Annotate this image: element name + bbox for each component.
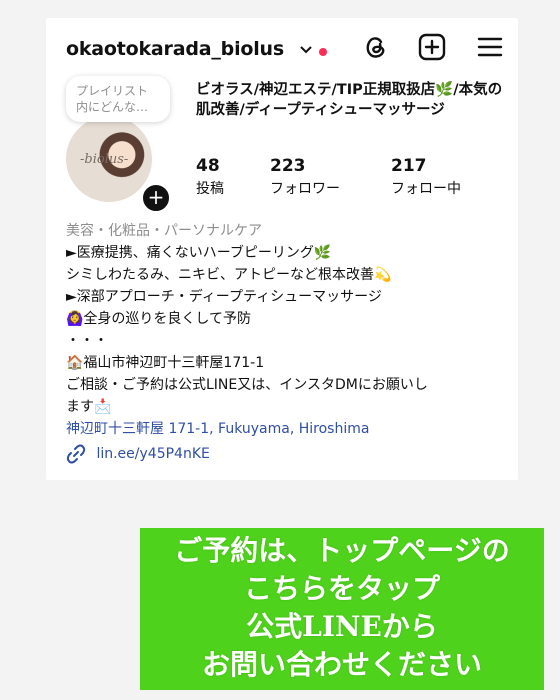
stats-row: 48 投稿 223 フォロワー 217 フォロー中 bbox=[196, 156, 506, 202]
add-story-button[interactable]: + bbox=[140, 182, 172, 214]
chevron-down-icon[interactable] bbox=[298, 42, 314, 58]
website-link[interactable]: lin.ee/y45P4nKE bbox=[66, 444, 210, 466]
add-post-icon[interactable] bbox=[417, 32, 447, 62]
bio: 美容・化粧品・パーソナルケア ►医療提携、痛くないハーブピーリング🌿 シミしわた… bbox=[66, 220, 506, 440]
stat-posts-value: 48 bbox=[196, 156, 220, 176]
bio-line: ►医療提携、痛くないハーブピーリング🌿 bbox=[66, 245, 332, 261]
profile-card: okaotokarada_biolus -biolus- プレイリスト 内にどん… bbox=[46, 18, 518, 480]
bio-category: 美容・化粧品・パーソナルケア bbox=[66, 223, 262, 239]
stat-following-value: 217 bbox=[391, 156, 427, 176]
note-bubble-text: プレイリスト 内にどんな… bbox=[76, 84, 149, 114]
banner-line: お問い合わせください bbox=[201, 648, 482, 681]
notification-dot bbox=[319, 48, 327, 56]
bio-line: ・・・ bbox=[66, 333, 108, 349]
bio-line: シミしわたるみ、ニキビ、アトピーなど根本改善💫 bbox=[66, 267, 392, 283]
stat-following-label: フォロー中 bbox=[391, 181, 461, 197]
stat-followers[interactable]: 223 フォロワー bbox=[270, 156, 340, 198]
username-switcher[interactable]: okaotokarada_biolus bbox=[66, 38, 284, 60]
location-link[interactable]: 神辺町十三軒屋 171-1, Fukuyama, Hiroshima bbox=[66, 418, 506, 440]
stat-followers-label: フォロワー bbox=[270, 181, 340, 197]
stat-posts-label: 投稿 bbox=[196, 181, 224, 197]
threads-icon[interactable] bbox=[361, 32, 391, 62]
avatar-logo-text: -biolus- bbox=[80, 152, 129, 167]
profile-name: ビオラス/神辺エステ/TIP正規取扱店🌿/本気の肌改善/ディープティシューマッサ… bbox=[196, 82, 503, 118]
website-link-text: lin.ee/y45P4nKE bbox=[96, 446, 210, 462]
bio-line: 🙆‍♀️全身の巡りを良くして予防 bbox=[66, 311, 252, 327]
link-icon bbox=[66, 444, 86, 464]
avatar[interactable]: -biolus- bbox=[66, 116, 152, 202]
line-reservation-banner: ご予約は、トップページの こちらをタップ 公式LINEから お問い合わせください bbox=[140, 528, 544, 690]
bio-line: ご相談・ご予約は公式LINE又は、インスタDMにお願いし bbox=[66, 377, 428, 393]
bio-line: ます📩 bbox=[66, 399, 112, 415]
menu-icon[interactable] bbox=[475, 32, 505, 62]
stat-posts[interactable]: 48 投稿 bbox=[196, 156, 224, 198]
top-bar: okaotokarada_biolus bbox=[66, 32, 506, 66]
banner-line: こちらをタップ bbox=[243, 572, 440, 605]
bio-line: 🏠福山市神辺町十三軒屋171-1 bbox=[66, 355, 265, 371]
banner-text: ご予約は、トップページの こちらをタップ 公式LINEから お問い合わせください bbox=[140, 532, 544, 684]
banner-line: ご予約は、トップページの bbox=[174, 534, 510, 567]
stat-followers-value: 223 bbox=[270, 156, 306, 176]
stat-following[interactable]: 217 フォロー中 bbox=[391, 156, 461, 198]
note-bubble[interactable]: プレイリスト 内にどんな… bbox=[66, 76, 170, 122]
bio-line: ►深部アプローチ・ディープティシューマッサージ bbox=[66, 289, 382, 305]
banner-line: 公式LINEから bbox=[246, 610, 438, 643]
avatar-area: -biolus- プレイリスト 内にどんな… + bbox=[66, 76, 176, 214]
